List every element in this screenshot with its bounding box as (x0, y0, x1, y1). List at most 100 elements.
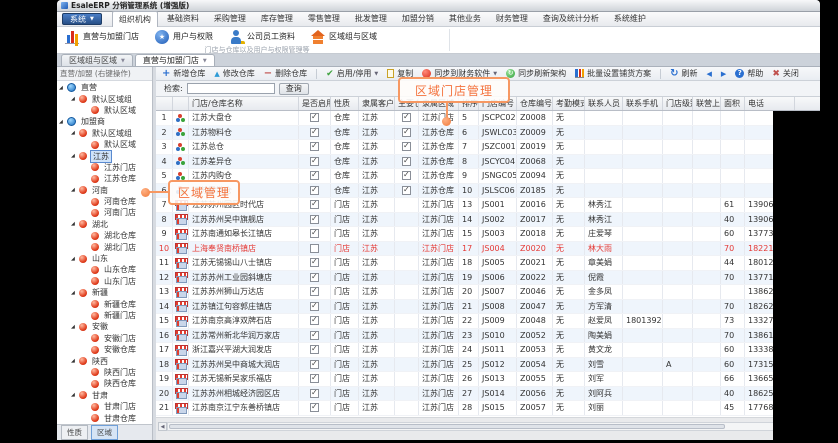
menu-item-5[interactable]: 零售管理 (302, 11, 346, 28)
toolbar-button-关闭[interactable]: ✖关闭 (772, 68, 799, 79)
table-row[interactable]: 6江苏零散仓仓库江苏江苏仓库10JSLSC06Z0185无 (156, 184, 820, 199)
table-row[interactable]: 16江苏常州新北华润万家店门店江苏江苏门店23JS010Z0052无陶美娟701… (156, 329, 820, 344)
tree-node-甘肃门店[interactable]: 甘肃门店 (57, 401, 152, 412)
tree-expand-icon[interactable]: ◢ (71, 358, 75, 364)
doc-tab-1[interactable]: 区域组与区域▼ (61, 54, 133, 66)
toolbar-button-删除仓库[interactable]: −删除仓库 (264, 68, 307, 79)
doc-tab-2[interactable]: 直营与加盟门店▼ (135, 54, 215, 66)
tree-expand-icon[interactable]: ◢ (71, 324, 75, 330)
menu-item-2[interactable]: 基础资料 (161, 11, 205, 28)
menu-item-9[interactable]: 财务管理 (490, 11, 534, 28)
enabled-checkbox[interactable] (310, 142, 319, 151)
tree-node-江苏门店[interactable]: 江苏门店 (57, 162, 152, 173)
enabled-checkbox[interactable] (310, 244, 319, 253)
table-row[interactable]: 10上海奉贤南桥镇店门店江苏江苏门店17JS004Z0020无林大雨701822… (156, 242, 820, 257)
table-row[interactable]: 19江苏无锡新吴家乐福店门店江苏江苏门店26JS013Z0055无刘军66136… (156, 372, 820, 387)
tree-node-新疆[interactable]: ◢新疆 (57, 287, 152, 298)
enabled-checkbox[interactable] (310, 316, 319, 325)
enabled-checkbox[interactable] (310, 113, 319, 122)
table-row[interactable]: 8江苏苏州吴中旗舰店门店江苏江苏门店14JS002Z0017无林秀江401390… (156, 213, 820, 228)
tree-expand-icon[interactable]: ◢ (59, 119, 63, 125)
ribbon-button-2[interactable]: 用户与权限 (155, 30, 213, 44)
toolbar-button-同步刷新架构[interactable]: ↻同步刷新架构 (506, 68, 566, 79)
enabled-checkbox[interactable] (310, 345, 319, 354)
tree-node-陕西仓库[interactable]: 陕西仓库 (57, 378, 152, 389)
table-row[interactable]: 14江苏镇江句容郭庄镇店门店江苏江苏门店21JS008Z0047无方军清7018… (156, 300, 820, 315)
scroll-left-icon[interactable]: ◀ (158, 422, 167, 431)
tree-expand-icon[interactable]: ◢ (71, 130, 75, 136)
table-row[interactable]: 1江苏大盘仓仓库江苏江苏门店5JSCPC02Z0008无 (156, 111, 820, 126)
enabled-checkbox[interactable] (310, 403, 319, 412)
tree-node-湖北仓库[interactable]: 湖北仓库 (57, 230, 152, 241)
tree-expand-icon[interactable]: ◢ (71, 153, 75, 159)
enabled-checkbox[interactable] (310, 258, 319, 267)
table-row[interactable]: 13江苏苏州狮山万达店门店江苏江苏门店20JS007Z0046无金多凤13862… (156, 285, 820, 300)
tree-expand-icon[interactable]: ◢ (71, 290, 75, 296)
major-warehouse-checkbox[interactable] (402, 157, 411, 166)
table-row[interactable]: 20江苏苏州相城经济园区店门店江苏江苏门店27JS014Z0056无刘阿兵401… (156, 387, 820, 402)
tree-expand-icon[interactable]: ◢ (71, 221, 75, 227)
toolbar-button-新增仓库[interactable]: +新增仓库 (162, 68, 205, 79)
major-warehouse-checkbox[interactable] (402, 171, 411, 180)
major-warehouse-checkbox[interactable] (402, 186, 411, 195)
system-menu-button[interactable]: 系统 ▼ (62, 13, 102, 25)
scrollbar-track[interactable] (167, 422, 816, 431)
toolbar-button-批量设置铺货方案[interactable]: 批量设置铺货方案 (575, 68, 651, 79)
tree-node-默认区域组[interactable]: ◢默认区域组 (57, 128, 152, 139)
tree-node-甘肃仓库[interactable]: 甘肃仓库 (57, 412, 152, 423)
table-row[interactable]: 21江苏南京江宁东善桥镇店门店江苏江苏门店28JS015Z0057无刘丽4517… (156, 401, 820, 416)
tree-node-江苏[interactable]: ◢江苏 (57, 150, 152, 161)
tree-node-加盟商[interactable]: ◢加盟商 (57, 116, 152, 127)
table-row[interactable]: 9江苏南通如皋长江镇店门店江苏江苏门店15JS003Z0018无庄爱琴60137… (156, 227, 820, 242)
tree-node-直营[interactable]: ◢直营 (57, 82, 152, 93)
scrollbar-thumb[interactable] (169, 424, 725, 429)
toolbar-button-刷新[interactable]: ↻刷新 (670, 68, 697, 79)
toolbar-button-帮助[interactable]: ?帮助 (735, 68, 763, 79)
enabled-checkbox[interactable] (310, 157, 319, 166)
tree-node-默认区域[interactable]: 默认区域 (57, 105, 152, 116)
menu-item-11[interactable]: 系统维护 (608, 11, 652, 28)
major-warehouse-checkbox[interactable] (402, 142, 411, 151)
tree-node-新疆门店[interactable]: 新疆门店 (57, 310, 152, 321)
enabled-checkbox[interactable] (310, 331, 319, 340)
menu-item-4[interactable]: 库存管理 (255, 11, 299, 28)
table-row[interactable]: 15江苏南京高淳双牌石店门店江苏江苏门店22JS009Z0048无赵爱凤1801… (156, 314, 820, 329)
table-row[interactable]: 17浙江嘉兴平湖大润发店门店江苏江苏门店24JS011Z0053无黄文龙6013… (156, 343, 820, 358)
table-row[interactable]: 18江苏苏州吴中商城大润店门店江苏江苏门店25JS012Z0054无刘雪A601… (156, 358, 820, 373)
table-row[interactable]: 4江苏差异仓仓库江苏江苏仓库8JSCYC04Z0068无 (156, 155, 820, 170)
menu-item-7[interactable]: 加盟分销 (396, 11, 440, 28)
tree-node-陕西[interactable]: ◢陕西 (57, 355, 152, 366)
menu-item-8[interactable]: 其他业务 (443, 11, 487, 28)
tree-node-山东仓库[interactable]: 山东仓库 (57, 264, 152, 275)
enabled-checkbox[interactable] (310, 374, 319, 383)
tree-node-甘肃[interactable]: ◢甘肃 (57, 390, 152, 401)
enabled-checkbox[interactable] (310, 215, 319, 224)
ribbon-button-3[interactable]: 公司员工资料 (229, 30, 295, 44)
ribbon-button-1[interactable]: 直营与加盟门店 (65, 30, 139, 44)
tree-node-河南门店[interactable]: 河南门店 (57, 207, 152, 218)
tree-expand-icon[interactable]: ◢ (71, 392, 75, 398)
tree-node-湖北[interactable]: ◢湖北 (57, 219, 152, 230)
tree-node-山东门店[interactable]: 山东门店 (57, 276, 152, 287)
enabled-checkbox[interactable] (310, 128, 319, 137)
table-row[interactable]: 11江苏无锡锡山八士镇店门店江苏江苏门店18JS005Z0021无章美娟4418… (156, 256, 820, 271)
enabled-checkbox[interactable] (310, 302, 319, 311)
tree-node-新疆仓库[interactable]: 新疆仓库 (57, 298, 152, 309)
table-row[interactable]: 12江苏苏州工业园斜塘店门店江苏江苏门店19JS006Z0022无倪霞70137… (156, 271, 820, 286)
table-row[interactable]: 2江苏物料仓仓库江苏江苏仓库6JSWLC03Z0009无 (156, 126, 820, 141)
enabled-checkbox[interactable] (310, 389, 319, 398)
toolbar-next-button[interactable]: ▶ (721, 70, 726, 78)
tree-expand-icon[interactable]: ◢ (71, 187, 75, 193)
panel-tab-性质[interactable]: 性质 (61, 425, 88, 440)
horizontal-scrollbar[interactable]: ◀ (158, 422, 816, 431)
tree-node-山东[interactable]: ◢山东 (57, 253, 152, 264)
tree-node-江苏仓库[interactable]: 江苏仓库 (57, 173, 152, 184)
enabled-checkbox[interactable] (310, 360, 319, 369)
enabled-checkbox[interactable] (310, 287, 319, 296)
tree-expand-icon[interactable]: ◢ (59, 85, 63, 91)
tree-node-陕西门店[interactable]: 陕西门店 (57, 367, 152, 378)
menu-item-10[interactable]: 查询及统计分析 (537, 11, 605, 28)
enabled-checkbox[interactable] (310, 200, 319, 209)
toolbar-button-启用/停用[interactable]: ✔启用/停用▼ (326, 68, 378, 79)
major-warehouse-checkbox[interactable] (402, 128, 411, 137)
